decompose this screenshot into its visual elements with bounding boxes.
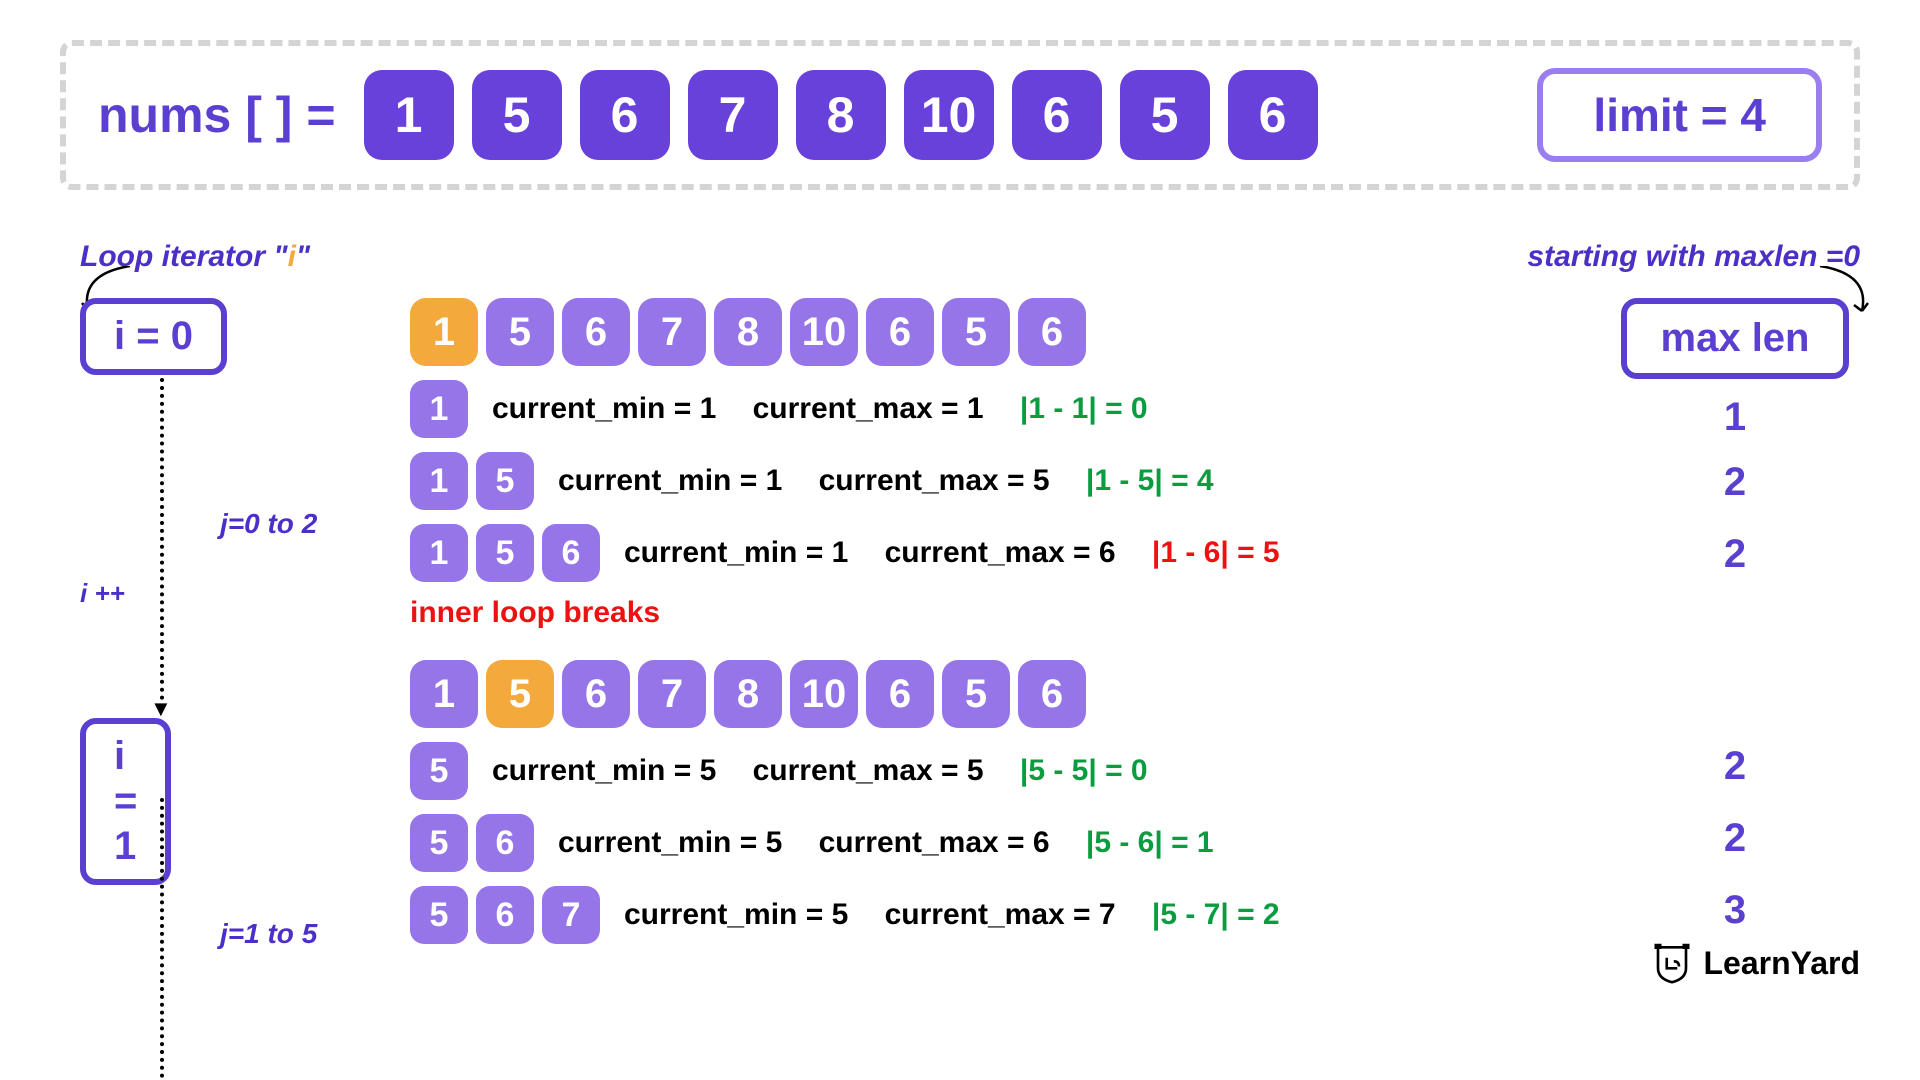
array-cell: 6 (1228, 70, 1318, 160)
limit-box: limit = 4 (1537, 68, 1822, 162)
i-increment-label: i ++ (80, 578, 125, 609)
current-min: current_min = 5 (624, 898, 848, 931)
shield-icon (1651, 942, 1693, 984)
current-max: current_max = 1 (753, 392, 984, 425)
prefix-cell: 5 (476, 524, 534, 582)
flow-line (160, 378, 164, 708)
array-cell: 10 (904, 70, 994, 160)
diff-value: |5 - 5| = 0 (1020, 754, 1148, 787)
prefix-cell: 6 (476, 886, 534, 944)
prefix-cell: 5 (476, 452, 534, 510)
step-row: 1 current_min = 1 current_max = 1 |1 - 1… (410, 380, 1580, 438)
array-cell: 6 (1018, 298, 1086, 366)
iteration-array: 1 5 6 7 8 10 6 5 6 (410, 298, 1580, 366)
diff-value: |5 - 6| = 1 (1086, 826, 1214, 859)
array-cell: 7 (688, 70, 778, 160)
prefix-cell: 1 (410, 380, 468, 438)
maxlen-value: 2 (1610, 802, 1860, 874)
array-cell: 6 (866, 298, 934, 366)
step-row: 5 6 current_min = 5 current_max = 6 |5 -… (410, 814, 1580, 872)
flow-line (160, 798, 164, 1078)
current-min: current_min = 1 (558, 464, 782, 497)
i-value-box: i = 1 (80, 718, 171, 885)
loop-breaks: inner loop breaks (410, 596, 1580, 630)
current-max: current_max = 5 (819, 464, 1050, 497)
array-cell: 5 (1120, 70, 1210, 160)
array-cell: 6 (866, 660, 934, 728)
prefix-cell: 7 (542, 886, 600, 944)
j-range-label: j=1 to 5 (220, 918, 317, 950)
current-max: current_max = 5 (753, 754, 984, 787)
array-cell: 8 (714, 298, 782, 366)
maxlen-value: 2 (1610, 446, 1860, 518)
arrow-icon (1800, 266, 1880, 326)
maxlen-value: 1 (1610, 388, 1860, 446)
current-min: current_min = 5 (558, 826, 782, 859)
array-cell: 10 (790, 298, 858, 366)
maxlen-value: 2 (1610, 518, 1860, 590)
prefix-cell: 1 (410, 524, 468, 582)
prefix-cell: 1 (410, 452, 468, 510)
array-cell: 6 (1012, 70, 1102, 160)
array-cell: 5 (942, 298, 1010, 366)
array-cell: 6 (562, 298, 630, 366)
diff-value: |5 - 7| = 2 (1152, 898, 1280, 931)
array-cell: 6 (562, 660, 630, 728)
current-max: current_max = 6 (885, 536, 1116, 569)
maxlen-value: 2 (1610, 730, 1860, 802)
input-panel: nums [ ] = 1 5 6 7 8 10 6 5 6 limit = 4 (60, 40, 1860, 190)
diff-value: |1 - 5| = 4 (1086, 464, 1214, 497)
array-cell: 1 (364, 70, 454, 160)
current-min: current_min = 5 (492, 754, 716, 787)
array-cell: 7 (638, 660, 706, 728)
array-cell: 1 (410, 660, 478, 728)
array-cell-highlighted: 5 (486, 660, 554, 728)
current-max: current_max = 6 (819, 826, 1050, 859)
array-cell: 10 (790, 660, 858, 728)
logo-text: LearnYard (1703, 945, 1860, 982)
diff-value: |1 - 1| = 0 (1020, 392, 1148, 425)
prefix-cell: 6 (476, 814, 534, 872)
array-cell: 6 (580, 70, 670, 160)
iteration-array: 1 5 6 7 8 10 6 5 6 (410, 660, 1580, 728)
prefix-cell: 5 (410, 814, 468, 872)
step-row: 1 5 current_min = 1 current_max = 5 |1 -… (410, 452, 1580, 510)
step-row: 5 6 7 current_min = 5 current_max = 7 |5… (410, 886, 1580, 944)
array-cell: 6 (1018, 660, 1086, 728)
current-max: current_max = 7 (885, 898, 1116, 931)
array-cell: 5 (472, 70, 562, 160)
current-min: current_min = 1 (492, 392, 716, 425)
array-cell: 8 (796, 70, 886, 160)
nums-label: nums [ ] = (98, 86, 336, 144)
i-value-box: i = 0 (80, 298, 227, 375)
prefix-cell: 5 (410, 742, 468, 800)
array-cell: 5 (942, 660, 1010, 728)
array-cell-highlighted: 1 (410, 298, 478, 366)
diff-value: |1 - 6| = 5 (1152, 536, 1280, 569)
current-min: current_min = 1 (624, 536, 848, 569)
step-row: 5 current_min = 5 current_max = 5 |5 - 5… (410, 742, 1580, 800)
j-range-label: j=0 to 2 (220, 508, 317, 540)
prefix-cell: 5 (410, 886, 468, 944)
step-row: 1 5 6 current_min = 1 current_max = 6 |1… (410, 524, 1580, 582)
array-cell: 8 (714, 660, 782, 728)
array-cell: 7 (638, 298, 706, 366)
learnyard-logo: LearnYard (1651, 942, 1860, 984)
prefix-cell: 6 (542, 524, 600, 582)
array-cell: 5 (486, 298, 554, 366)
maxlen-value: 3 (1610, 874, 1860, 946)
